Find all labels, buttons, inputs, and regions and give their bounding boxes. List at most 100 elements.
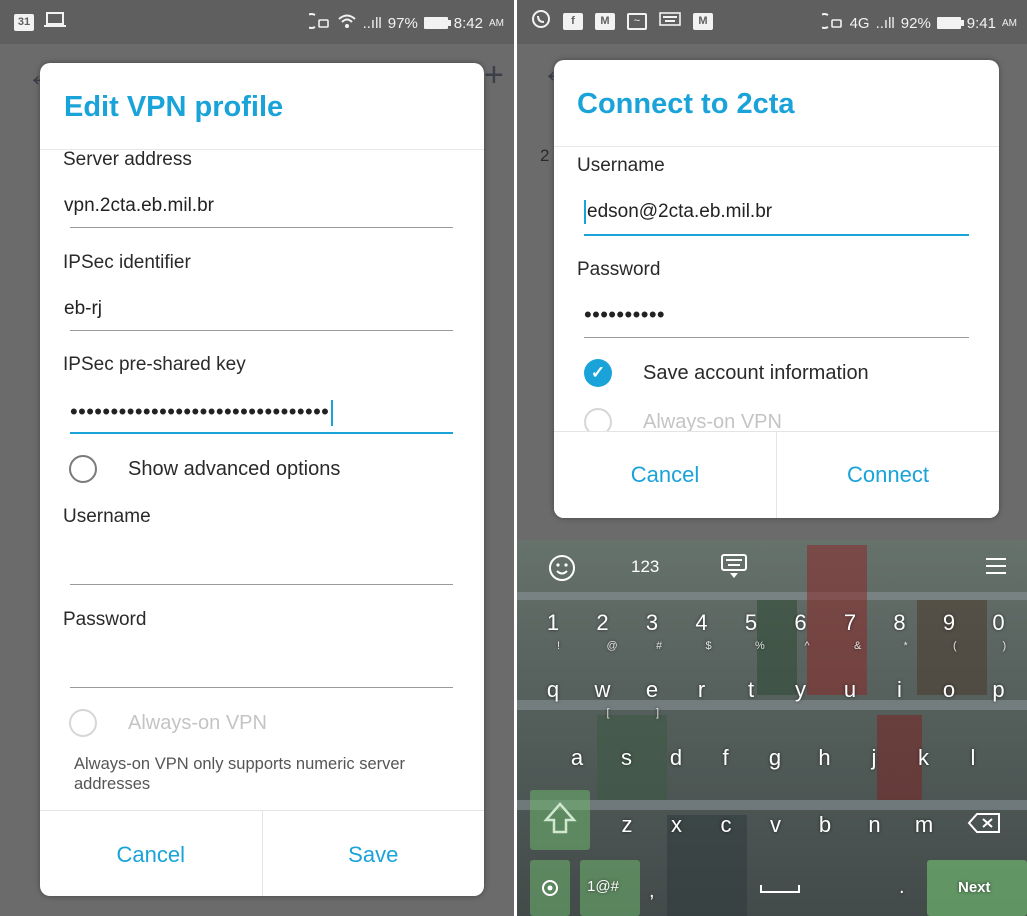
key-sublabel: & — [854, 640, 862, 652]
mode-123-button[interactable]: 123 — [631, 557, 659, 577]
key-i[interactable]: i — [878, 677, 922, 733]
clock-ampm: AM — [1002, 17, 1017, 29]
username-label: Username — [577, 155, 665, 176]
username-label: Username — [63, 506, 151, 527]
key-sublabel: ) — [1002, 640, 1007, 652]
keyboard-icon — [659, 11, 681, 31]
show-advanced-label[interactable]: Show advanced options — [128, 458, 340, 481]
key-4[interactable]: 4 $ — [680, 610, 724, 666]
facebook-icon: f — [563, 12, 583, 30]
shift-key[interactable] — [530, 790, 590, 850]
key-label: e — [645, 677, 659, 702]
key-1[interactable]: 1! — [531, 610, 575, 666]
key-6[interactable]: 6 ^ — [779, 610, 823, 666]
key-p[interactable]: p — [977, 677, 1021, 733]
key-label: x — [671, 812, 682, 837]
key-8[interactable]: 8 * — [878, 610, 922, 666]
key-k[interactable]: k — [902, 745, 946, 801]
key-label: 8 — [893, 610, 906, 635]
key-5[interactable]: 5% — [729, 610, 773, 666]
key-r[interactable]: r — [680, 677, 724, 733]
key-sublabel: ( — [953, 640, 957, 652]
emoji-icon[interactable] — [548, 554, 576, 587]
save-button[interactable]: Save — [261, 811, 485, 896]
space-key[interactable] — [760, 885, 800, 893]
psk-field[interactable]: •••••••••••••••••••••••••••••••• — [70, 400, 334, 426]
key-label: c — [720, 812, 732, 837]
key-w[interactable]: w[ — [581, 677, 625, 733]
key-l[interactable]: l — [951, 745, 995, 801]
cancel-button[interactable]: Cancel — [554, 432, 776, 518]
text-cursor — [331, 400, 334, 426]
password-underline — [70, 687, 453, 688]
backdrop-list-char: 2 — [540, 146, 550, 165]
password-field[interactable]: •••••••••• — [584, 304, 665, 326]
show-advanced-radio[interactable] — [69, 455, 97, 483]
key-label: 7 — [843, 610, 857, 635]
cancel-button[interactable]: Cancel — [40, 811, 262, 896]
key-label: p — [992, 677, 1005, 702]
key-sublabel: @ — [606, 640, 618, 652]
key-c[interactable]: c — [704, 812, 748, 868]
menu-icon[interactable] — [985, 555, 1007, 584]
dialog-title: Edit VPN profile — [64, 91, 284, 123]
whatsapp-icon — [531, 9, 551, 33]
key-label: 2 — [596, 610, 609, 635]
key-2[interactable]: 2 @ — [581, 610, 625, 666]
edit-vpn-dialog: Edit VPN profile Server address vpn.2cta… — [40, 63, 484, 896]
battery-icon — [936, 17, 964, 29]
key-t[interactable]: t — [729, 677, 773, 733]
period-key[interactable]: . — [899, 876, 905, 899]
battery-percent: 97% — [387, 14, 418, 32]
add-icon: + — [484, 56, 504, 94]
key-f[interactable]: f — [704, 745, 748, 801]
key-q[interactable]: q — [531, 677, 575, 733]
key-label: a — [570, 745, 584, 770]
clock-ampm: AM — [489, 17, 504, 29]
settings-key[interactable] — [530, 860, 570, 916]
laptop-icon — [44, 11, 66, 33]
save-account-checkbox[interactable]: ✓ — [584, 359, 612, 387]
key-b[interactable]: b — [803, 812, 847, 868]
key-y[interactable]: y — [779, 677, 823, 733]
key-n[interactable]: n — [853, 812, 897, 868]
username-field[interactable]: edson@2cta.eb.mil.br — [584, 200, 772, 224]
key-label: 5 — [744, 610, 758, 635]
soft-keyboard: 123 1! 2 @3 #4 $5% 6 ^ 7 & 8 * 9(0) q w[e] r t y u i o p as… — [517, 540, 1027, 916]
key-0[interactable]: 0) — [977, 610, 1021, 666]
key-7[interactable]: 7 & — [828, 610, 872, 666]
comma-key[interactable]: , — [649, 880, 655, 903]
backspace-key[interactable] — [967, 812, 1001, 838]
dialog-footer: Cancel Save — [40, 810, 484, 896]
key-s[interactable]: s — [605, 745, 649, 801]
always-on-label: Always-on VPN — [128, 712, 267, 734]
key-label: f — [722, 745, 729, 770]
key-u[interactable]: u — [828, 677, 872, 733]
key-v[interactable]: v — [754, 812, 798, 868]
dialog-footer: Cancel Connect — [554, 431, 999, 518]
next-key[interactable]: Next — [958, 879, 991, 896]
key-3[interactable]: 3 # — [630, 610, 674, 666]
symbols-key[interactable]: 1@# — [587, 878, 619, 895]
key-x[interactable]: x — [655, 812, 699, 868]
key-g[interactable]: g — [753, 745, 797, 801]
key-e[interactable]: e] — [630, 677, 674, 733]
key-d[interactable]: d — [654, 745, 698, 801]
keyboard-hide-icon[interactable] — [720, 552, 748, 585]
save-account-label[interactable]: Save account information — [643, 362, 869, 385]
ipsec-identifier-field[interactable]: eb-rj — [64, 298, 102, 320]
key-sublabel: $ — [705, 640, 712, 652]
key-label: m — [914, 812, 934, 837]
ipsec-identifier-label: IPSec identifier — [63, 252, 191, 273]
key-j[interactable]: j — [852, 745, 896, 801]
server-address-underline — [70, 227, 453, 228]
key-h[interactable]: h — [803, 745, 847, 801]
key-9[interactable]: 9( — [927, 610, 971, 666]
key-o[interactable]: o — [927, 677, 971, 733]
key-label: v — [770, 812, 781, 837]
connect-button[interactable]: Connect — [776, 432, 999, 518]
server-address-field[interactable]: vpn.2cta.eb.mil.br — [64, 195, 214, 217]
username-underline — [70, 584, 453, 585]
username-value: edson@2cta.eb.mil.br — [587, 201, 773, 223]
key-label: o — [942, 677, 956, 702]
